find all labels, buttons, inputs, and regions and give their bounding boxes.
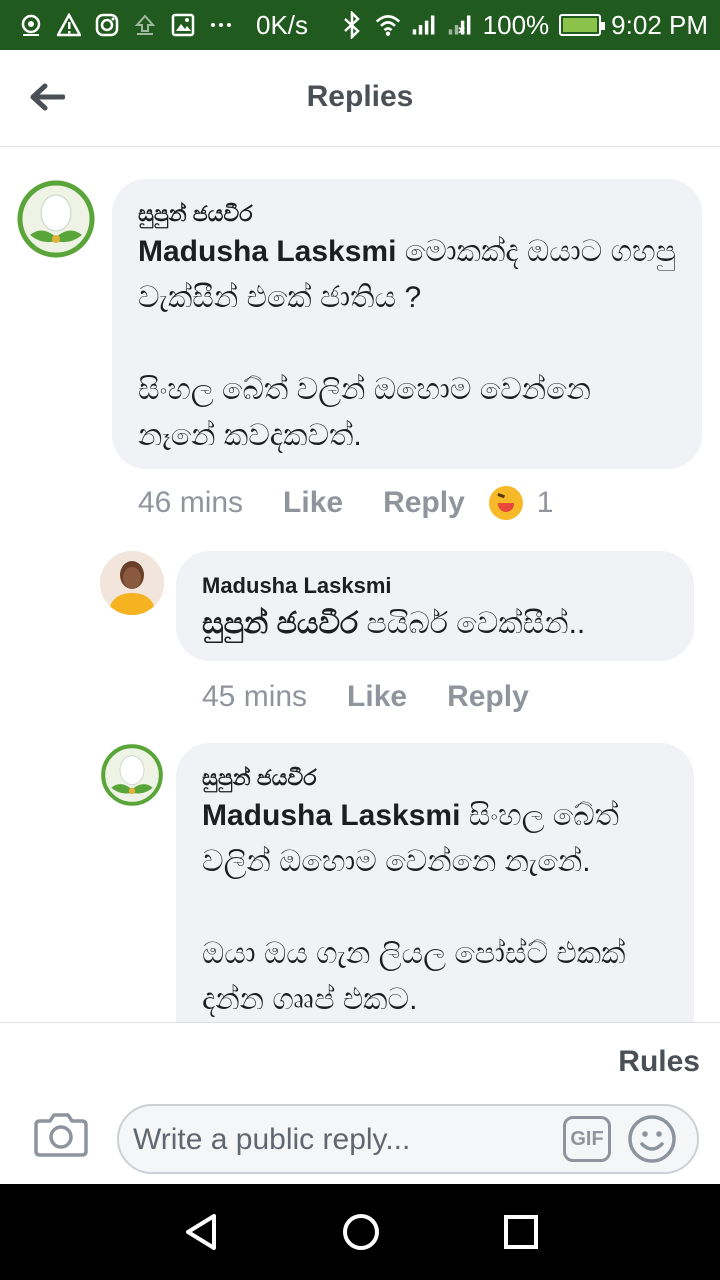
avatar[interactable] <box>100 743 164 807</box>
status-bar: 0K/s 100% 9:02 PM <box>0 0 720 50</box>
comment-bubble: සුපුන් ජයවීර Madusha Lasksmi සිංහල බේත් … <box>176 743 694 1022</box>
like-button[interactable]: Like <box>347 680 407 714</box>
instagram-icon <box>94 12 120 38</box>
rules-link[interactable]: Rules <box>618 1045 700 1079</box>
reply-button[interactable]: Reply <box>447 680 529 714</box>
emoji-button[interactable] <box>627 1114 677 1164</box>
wifi-icon <box>375 12 401 38</box>
like-button[interactable]: Like <box>283 486 343 520</box>
mention-link[interactable]: Madusha Lasksmi <box>202 799 460 832</box>
signal-icon <box>411 12 437 38</box>
nav-recents-button[interactable] <box>497 1208 545 1256</box>
reply-field[interactable]: GIF <box>117 1104 699 1174</box>
more-icon <box>208 12 234 38</box>
clock: 9:02 PM <box>611 9 708 40</box>
triangle-back-icon <box>186 1214 216 1250</box>
circle-home-icon <box>343 1214 379 1250</box>
reaction-count[interactable]: 1 <box>537 486 554 520</box>
image-icon <box>170 12 196 38</box>
camera-button[interactable] <box>34 1111 88 1165</box>
bluetooth-icon <box>339 11 365 39</box>
comment-author[interactable]: සුපුන් ජයවීර <box>138 199 676 229</box>
reply-composer: Rules GIF <box>0 1022 720 1185</box>
comment-time: 45 mins <box>202 680 308 713</box>
nav-home-button[interactable] <box>337 1208 385 1256</box>
comment-text: Madusha Lasksmi සිංහල බේත් වලින් ඔහොම වෙ… <box>202 793 668 1022</box>
battery-icon <box>559 14 606 36</box>
comment-time: 46 mins <box>138 486 244 519</box>
location-icon <box>18 12 44 38</box>
party-logo-icon <box>17 180 95 258</box>
reply-button[interactable]: Reply <box>383 486 465 520</box>
gif-button[interactable]: GIF <box>563 1116 611 1162</box>
smiley-icon <box>628 1115 676 1163</box>
haha-reaction-icon[interactable] <box>488 486 523 520</box>
avatar[interactable] <box>16 179 96 259</box>
warning-icon <box>56 12 82 38</box>
mention-link[interactable]: සුපුන් ජයවීර <box>202 607 358 640</box>
party-logo-icon <box>100 743 164 807</box>
comment-bubble: සුපුන් ජයවීර Madusha Lasksmi මොකක්ද ඔයාට… <box>112 179 702 469</box>
replies-list: සුපුන් ජයවීර Madusha Lasksmi මොකක්ද ඔයාට… <box>0 147 720 1022</box>
status-bar-right: 100% 9:02 PM <box>339 0 708 50</box>
comment-text: සුපුන් ජයවීර පයිබර් වෙක්සීන්.. <box>202 601 668 647</box>
navigation-bar <box>0 1184 720 1280</box>
top-bar: Replies <box>0 50 720 147</box>
comment-author[interactable]: Madusha Lasksmi <box>202 571 668 601</box>
comment-bubble: Madusha Lasksmi සුපුන් ජයවීර පයිබර් වෙක්… <box>176 551 694 661</box>
comment-text: Madusha Lasksmi මොකක්ද ඔයාට ගහපු වැක්සීන… <box>138 229 676 459</box>
comment-actions: 45 mins Like Reply <box>202 677 529 717</box>
network-speed: 0K/s <box>256 9 309 40</box>
signal-no-sim-icon <box>447 12 473 38</box>
nav-back-button[interactable] <box>178 1208 226 1256</box>
camera-icon <box>34 1113 88 1157</box>
battery-level <box>563 18 598 32</box>
comment-author[interactable]: සුපුන් ජයවීර <box>202 763 668 793</box>
status-bar-left: 0K/s <box>18 0 308 50</box>
battery-percent: 100% <box>482 9 550 40</box>
avatar[interactable] <box>100 551 164 615</box>
mention-link[interactable]: Madusha Lasksmi <box>138 235 396 268</box>
reply-input[interactable] <box>131 1114 555 1166</box>
square-recents-icon <box>504 1215 538 1249</box>
comment-actions: 46 mins Like Reply 1 <box>138 483 553 523</box>
page-title: Replies <box>306 80 414 113</box>
comment-body: පයිබර් වෙක්සීන්.. <box>358 607 586 640</box>
user-photo-icon <box>100 551 164 615</box>
upload-icon <box>132 12 158 38</box>
